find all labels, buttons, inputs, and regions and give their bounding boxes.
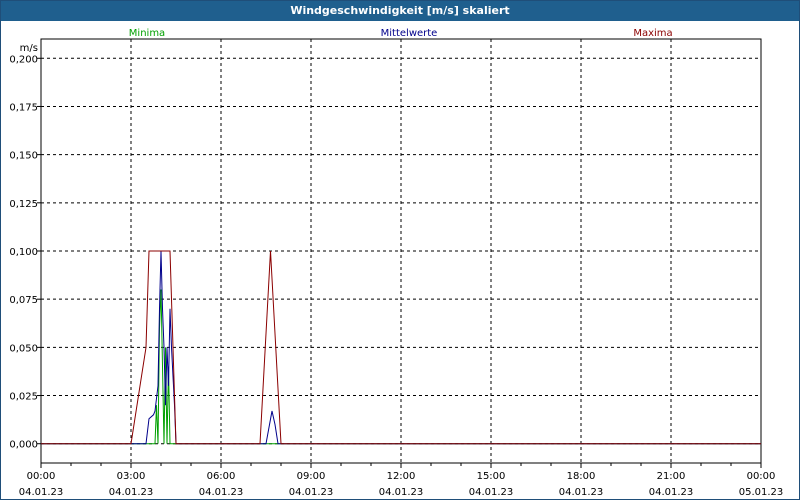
x-tick-label-date: 04.01.23 [109,487,154,498]
x-tick-label-date: 04.01.23 [19,487,64,498]
x-tick-label-date: 04.01.23 [289,487,334,498]
x-tick-label-time: 00:00 [27,471,56,482]
x-tick-label-time: 12:00 [387,471,416,482]
title-bar: Windgeschwindigkeit [m/s] skaliert [1,1,799,21]
legend-entry-mittelwerte: Mittelwerte [381,28,438,39]
x-tick-label-date: 04.01.23 [559,487,604,498]
legend-entry-minima: Minima [129,28,165,39]
y-axis-label: m/s [20,43,38,54]
x-tick-label-time: 06:00 [207,471,236,482]
x-tick-label-time: 03:00 [117,471,146,482]
y-tick-label: 0,025 [9,392,38,403]
chart-window: Windgeschwindigkeit [m/s] skaliert 0,000… [0,0,800,500]
x-tick-label-date: 04.01.23 [649,487,694,498]
x-tick-label-date: 05.01.23 [739,487,784,498]
x-tick-label-time: 21:00 [657,471,686,482]
x-tick-label-date: 04.01.23 [199,487,244,498]
y-axis: 0,000 0,025 0,050 0,075 0,100 0,125 0,150 0,175… [9,54,41,451]
x-tick-label-date: 04.01.23 [469,487,514,498]
y-tick-label: 0,050 [9,343,38,354]
y-tick-label: 0,175 [9,102,38,113]
y-tick-label: 0,125 [9,199,38,210]
x-tick-label-time: 00:00 [747,471,776,482]
window-title: Windgeschwindigkeit [m/s] skaliert [290,4,510,17]
y-tick-label: 0,100 [9,247,38,258]
y-tick-label: 0,075 [9,295,38,306]
x-tick-label-time: 15:00 [477,471,506,482]
y-tick-label: 0,200 [9,54,38,65]
y-tick-label: 0,150 [9,151,38,162]
x-axis: 00:00 04.01.23 03:00 04.01.23 06:00 04.01.23 0… [19,463,784,498]
legend: Minima Mittelwerte Maxima [129,28,673,39]
x-tick-label-time: 18:00 [567,471,596,482]
x-tick-label-date: 04.01.23 [379,487,424,498]
x-tick-label-time: 09:00 [297,471,326,482]
y-tick-label: 0,000 [9,440,38,451]
line-chart: 0,000 0,025 0,050 0,075 0,100 0,125 0,150 0,175… [9,28,784,498]
legend-entry-maxima: Maxima [633,28,672,39]
